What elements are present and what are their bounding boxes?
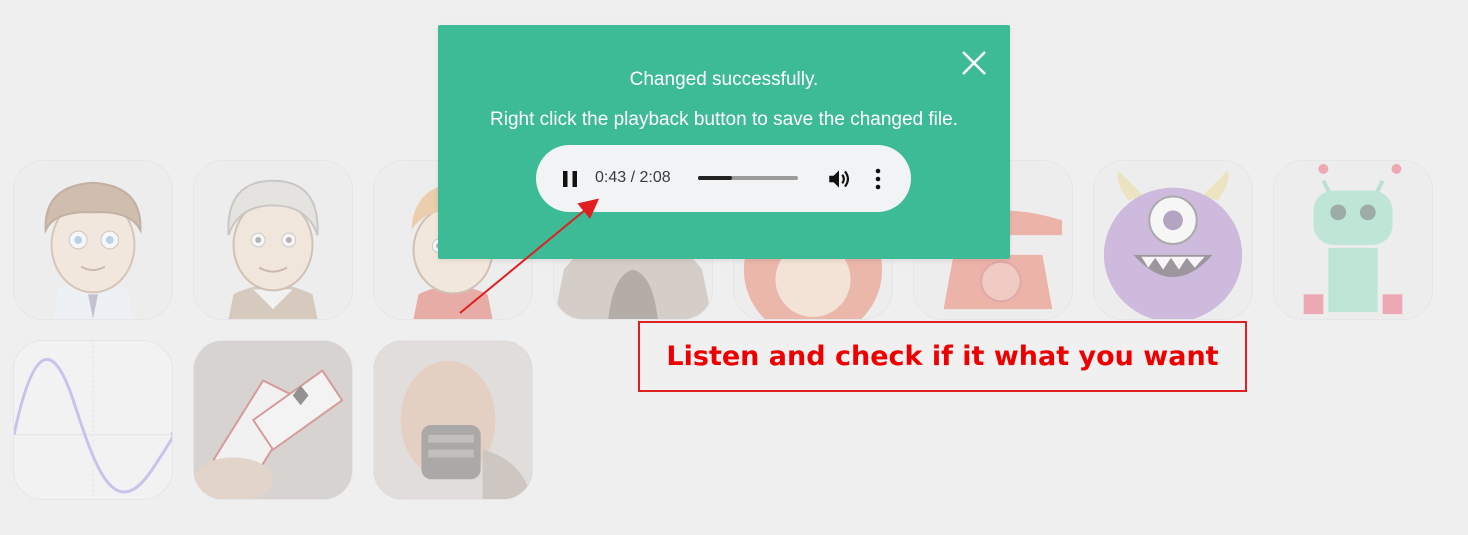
voice-tile-sine-wave[interactable] — [13, 340, 173, 500]
cards-icon — [194, 341, 352, 499]
voice-tile-robot[interactable] — [1273, 160, 1433, 320]
more-vert-icon[interactable] — [866, 166, 890, 192]
voice-tile-bane[interactable] — [373, 340, 533, 500]
success-message: Changed successfully. — [629, 69, 819, 90]
volume-icon[interactable] — [826, 166, 852, 192]
robot-icon — [1303, 163, 1403, 315]
voice-tile-boy[interactable] — [13, 160, 173, 320]
seek-bar[interactable] — [698, 176, 798, 180]
audio-player[interactable]: 0:43 / 2:08 — [536, 145, 911, 212]
save-instruction: Right click the playback button to save … — [490, 109, 958, 130]
monster-icon — [1103, 170, 1243, 319]
pause-icon[interactable] — [558, 167, 582, 191]
voice-tile-cards[interactable] — [193, 340, 353, 500]
seek-progress — [698, 176, 732, 180]
bane-icon — [374, 341, 532, 499]
success-dialog: Changed successfully. Right click the pl… — [438, 25, 1010, 259]
voice-tile-monster[interactable] — [1093, 160, 1253, 320]
old-man-avatar-icon — [227, 179, 319, 319]
annotation-callout: Listen and check if it what you want — [638, 321, 1247, 392]
sine-wave-icon — [14, 341, 172, 499]
voice-tile-old-man[interactable] — [193, 160, 353, 320]
playback-time: 0:43 / 2:08 — [595, 169, 671, 186]
boy-avatar-icon — [44, 181, 142, 319]
